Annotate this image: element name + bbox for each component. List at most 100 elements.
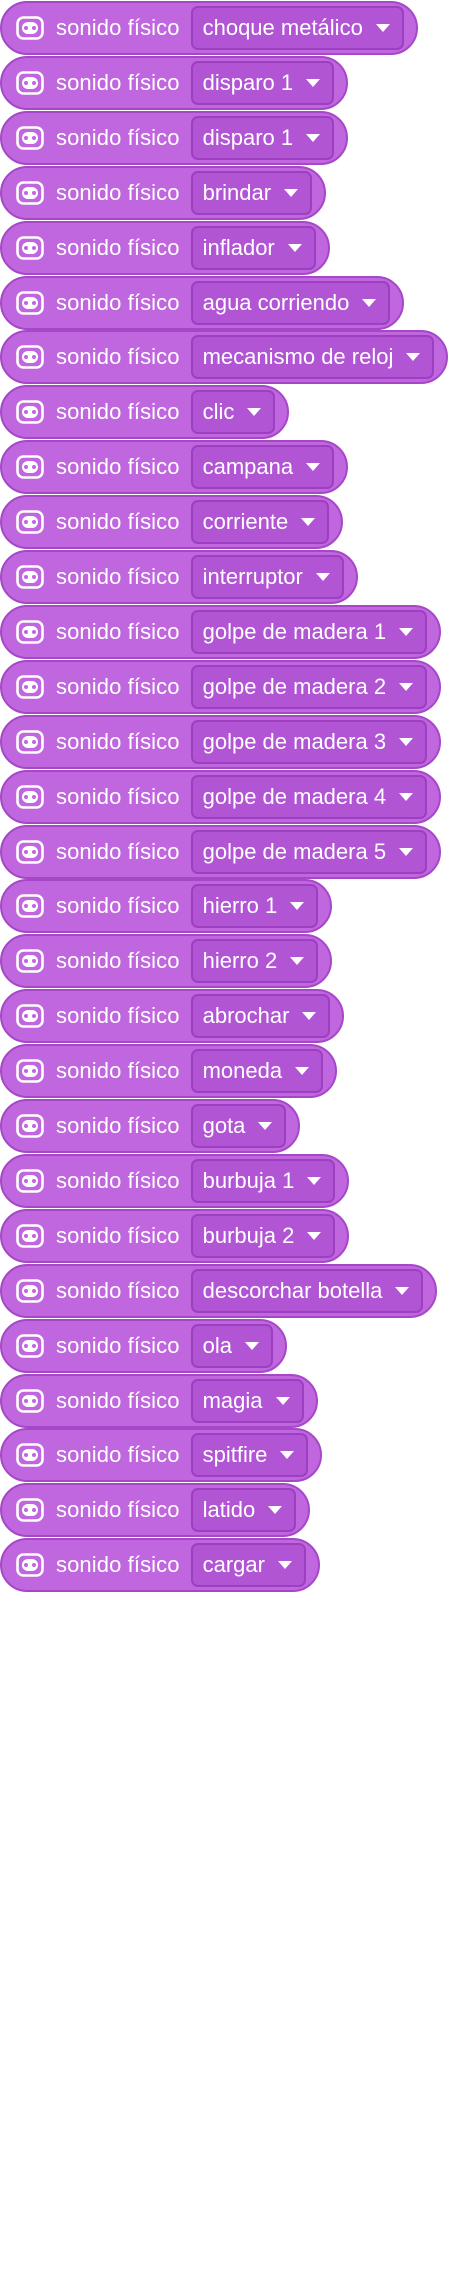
sound-block[interactable]: sonido físico mecanismo de reloj [0, 330, 449, 384]
block-label: sonido físico [56, 1058, 180, 1083]
sound-dropdown[interactable]: disparo 1 [190, 61, 335, 105]
sound-block[interactable]: sonido físico agua corriendo [0, 276, 405, 330]
sound-block[interactable]: sonido físico hierro 2 [0, 934, 333, 988]
sound-dropdown[interactable]: brindar [190, 171, 313, 215]
sound-dropdown-value: corriente [202, 509, 289, 534]
sound-dropdown[interactable]: clic [190, 390, 276, 434]
sound-block[interactable]: sonido físico clic [0, 385, 290, 439]
sound-dropdown-value: hierro 1 [202, 893, 278, 918]
block-label: sonido físico [56, 948, 180, 973]
sound-dropdown[interactable]: gota [190, 1104, 287, 1148]
sound-dropdown[interactable]: mecanismo de reloj [190, 335, 435, 379]
sound-block[interactable]: sonido físico ola [0, 1319, 287, 1373]
sound-dropdown[interactable]: latido [190, 1488, 297, 1532]
sound-dropdown[interactable]: choque metálico [190, 6, 404, 50]
sound-block[interactable]: sonido físico descorchar botella [0, 1264, 438, 1318]
sound-dropdown[interactable]: magia [190, 1379, 304, 1423]
sound-dropdown[interactable]: golpe de madera 3 [190, 720, 428, 764]
sound-dropdown-value: hierro 2 [202, 948, 278, 973]
sound-dropdown[interactable]: golpe de madera 2 [190, 665, 428, 709]
sound-block[interactable]: sonido físico hierro 1 [0, 879, 333, 933]
sound-block[interactable]: sonido físico latido [0, 1483, 311, 1537]
sound-dropdown[interactable]: hierro 2 [190, 939, 319, 983]
microbit-icon [15, 946, 45, 976]
block-label: sonido físico [56, 1442, 180, 1467]
sound-block[interactable]: sonido físico burbuja 2 [0, 1209, 350, 1263]
dropdown-caret-icon [306, 79, 321, 87]
block-label: sonido físico [56, 70, 180, 95]
sound-block[interactable]: sonido físico disparo 1 [0, 111, 349, 165]
block-label: sonido físico [56, 125, 180, 150]
sound-block[interactable]: sonido físico gota [0, 1099, 301, 1153]
dropdown-caret-icon [284, 189, 299, 197]
block-label: sonido físico [56, 290, 180, 315]
sound-dropdown[interactable]: ola [190, 1324, 273, 1368]
dropdown-caret-icon [258, 1122, 273, 1130]
sound-block[interactable]: sonido físico campana [0, 440, 349, 494]
sound-dropdown[interactable]: campana [190, 445, 335, 489]
block-label: sonido físico [56, 399, 180, 424]
sound-block[interactable]: sonido físico cargar [0, 1538, 320, 1592]
sound-block[interactable]: sonido físico golpe de madera 3 [0, 715, 442, 769]
sound-block[interactable]: sonido físico golpe de madera 1 [0, 605, 442, 659]
sound-dropdown[interactable]: interruptor [190, 555, 344, 599]
sound-block[interactable]: sonido físico golpe de madera 4 [0, 770, 442, 824]
sound-dropdown-value: gota [202, 1113, 246, 1138]
sound-dropdown-value: abrochar [202, 1003, 290, 1028]
microbit-icon [15, 672, 45, 702]
dropdown-caret-icon [399, 793, 414, 801]
sound-dropdown[interactable]: spitfire [190, 1433, 309, 1477]
sound-dropdown[interactable]: burbuja 1 [190, 1159, 336, 1203]
block-label: sonido físico [56, 893, 180, 918]
microbit-icon [15, 1056, 45, 1086]
sound-dropdown-value: interruptor [202, 564, 303, 589]
block-label: sonido físico [56, 180, 180, 205]
block-label: sonido físico [56, 1113, 180, 1138]
sound-dropdown[interactable]: corriente [190, 500, 330, 544]
dropdown-caret-icon [268, 1506, 283, 1514]
microbit-icon [15, 1166, 45, 1196]
sound-dropdown-value: moneda [202, 1058, 283, 1083]
dropdown-caret-icon [307, 1177, 322, 1185]
sound-block[interactable]: sonido físico inflador [0, 221, 330, 275]
microbit-icon [15, 68, 45, 98]
sound-dropdown[interactable]: cargar [190, 1543, 306, 1587]
sound-block[interactable]: sonido físico choque metálico [0, 1, 418, 55]
sound-block[interactable]: sonido físico burbuja 1 [0, 1154, 350, 1208]
dropdown-caret-icon [315, 573, 330, 581]
sound-block[interactable]: sonido físico moneda [0, 1044, 338, 1098]
sound-dropdown[interactable]: hierro 1 [190, 884, 319, 928]
block-label: sonido físico [56, 729, 180, 754]
sound-block[interactable]: sonido físico corriente [0, 495, 344, 549]
block-label: sonido físico [56, 1552, 180, 1577]
sound-dropdown[interactable]: disparo 1 [190, 116, 335, 160]
sound-dropdown-value: golpe de madera 5 [202, 839, 387, 864]
dropdown-caret-icon [290, 902, 305, 910]
sound-dropdown[interactable]: moneda [190, 1049, 324, 1093]
sound-dropdown[interactable]: golpe de madera 5 [190, 830, 428, 874]
block-label: sonido físico [56, 674, 180, 699]
block-label: sonido físico [56, 1497, 180, 1522]
sound-dropdown-value: inflador [202, 235, 275, 260]
dropdown-caret-icon [275, 1397, 290, 1405]
microbit-icon [15, 397, 45, 427]
dropdown-caret-icon [301, 518, 316, 526]
sound-block[interactable]: sonido físico spitfire [0, 1428, 323, 1482]
sound-block[interactable]: sonido físico magia [0, 1374, 318, 1428]
sound-block[interactable]: sonido físico brindar [0, 166, 327, 220]
dropdown-caret-icon [399, 683, 414, 691]
sound-block[interactable]: sonido físico golpe de madera 5 [0, 825, 442, 879]
sound-dropdown[interactable]: agua corriendo [190, 281, 391, 325]
sound-block[interactable]: sonido físico abrochar [0, 989, 345, 1043]
sound-dropdown[interactable]: burbuja 2 [190, 1214, 336, 1258]
sound-dropdown[interactable]: descorchar botella [190, 1269, 424, 1313]
sound-block[interactable]: sonido físico disparo 1 [0, 56, 349, 110]
sound-dropdown[interactable]: abrochar [190, 994, 331, 1038]
sound-dropdown[interactable]: golpe de madera 4 [190, 775, 428, 819]
sound-dropdown[interactable]: golpe de madera 1 [190, 610, 428, 654]
sound-block[interactable]: sonido físico interruptor [0, 550, 358, 604]
sound-block[interactable]: sonido físico golpe de madera 2 [0, 660, 442, 714]
sound-dropdown[interactable]: inflador [190, 226, 316, 270]
dropdown-caret-icon [280, 1451, 295, 1459]
sound-dropdown-value: clic [202, 399, 235, 424]
